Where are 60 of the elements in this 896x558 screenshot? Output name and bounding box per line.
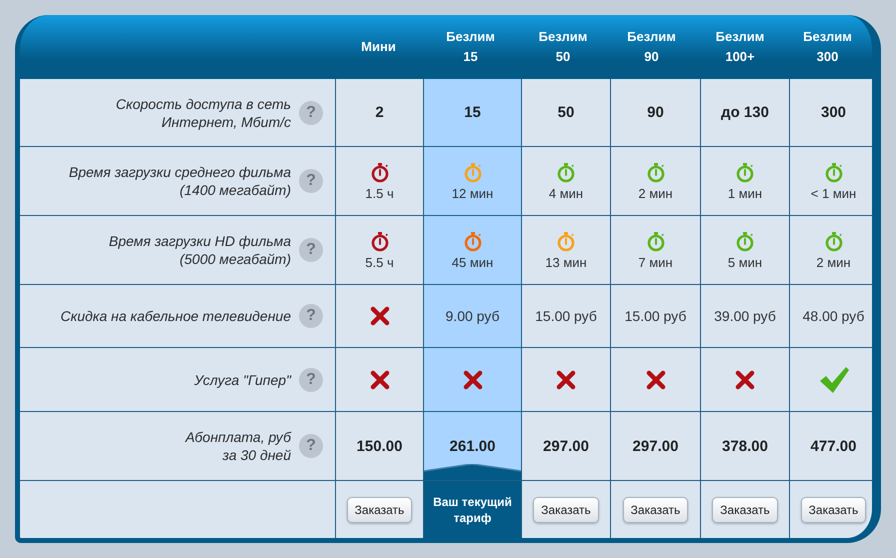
download-time: 13 мин <box>545 254 587 270</box>
cell-value: 477.00 <box>810 438 856 454</box>
help-icon[interactable]: ? <box>299 434 323 458</box>
cell-value: 39.00 руб <box>714 308 776 324</box>
help-icon[interactable]: ? <box>299 304 323 328</box>
plan-name: Мини <box>361 38 396 56</box>
cell-value: 2 <box>375 104 384 121</box>
feature-label: Время загрузки HD фильма (5000 мегабайт) <box>108 232 291 268</box>
download-time: < 1 мин <box>810 186 856 200</box>
download-time: 5 мин <box>728 254 762 270</box>
cell-value: 378.00 <box>722 438 768 454</box>
cross-icon <box>462 370 482 390</box>
help-icon[interactable]: ? <box>299 368 323 392</box>
check-icon <box>818 364 850 394</box>
download-time: 5.5 ч <box>365 254 394 270</box>
plan-name: Безлим 15 <box>445 28 496 66</box>
help-icon[interactable]: ? <box>299 238 323 262</box>
download-time: 4 мин <box>548 186 584 200</box>
download-time: 1 мин <box>728 186 762 200</box>
current-plan-label: Ваш текущий тариф <box>432 494 512 526</box>
download-time: 7 мин <box>638 254 673 270</box>
cross-icon <box>646 370 666 390</box>
cell-value: 90 <box>647 104 664 121</box>
order-button[interactable]: Заказать <box>533 496 599 522</box>
cell-value: 15.00 руб <box>535 308 597 324</box>
cell-value: 261.00 <box>450 438 496 454</box>
download-time: 45 мин <box>452 254 494 270</box>
download-time: 12 мин <box>452 186 494 200</box>
cross-icon <box>556 370 576 390</box>
order-button[interactable]: Заказать <box>712 496 778 522</box>
order-button[interactable]: Заказать <box>346 496 412 522</box>
help-icon[interactable]: ? <box>299 100 323 124</box>
download-time: 2 мин <box>816 254 851 270</box>
cross-icon <box>735 370 755 390</box>
plan-name: Безлим 50 <box>538 28 588 66</box>
feature-label: Скорость доступа в сеть Интернет, Мбит/с <box>116 94 291 130</box>
cell-value: 297.00 <box>632 438 678 454</box>
cell-value: 15.00 руб <box>624 308 686 324</box>
cell-value: 300 <box>820 104 846 121</box>
plan-name: Безлим 300 <box>802 28 853 66</box>
cell-value: 50 <box>558 104 574 121</box>
cell-value: 48.00 руб <box>802 308 864 324</box>
plan-name: Безлим 100+ <box>714 28 766 66</box>
download-time: 1.5 ч <box>365 186 394 200</box>
help-icon[interactable]: ? <box>299 169 323 193</box>
order-button[interactable]: Заказать <box>622 496 688 522</box>
cell-value: до 130 <box>721 104 769 121</box>
download-time: 2 мин <box>638 186 673 200</box>
feature-label: Скидка на кабельное телевидение <box>60 307 291 325</box>
cross-icon <box>370 370 390 390</box>
cell-value: 15 <box>464 104 481 121</box>
cell-value: 297.00 <box>543 438 589 454</box>
feature-label: Время загрузки среднего фильма (1400 мегабайт) <box>68 163 291 199</box>
plan-name: Безлим 90 <box>626 28 677 66</box>
feature-label: Услуга "Гипер" <box>194 370 291 388</box>
cross-icon <box>370 306 390 326</box>
cell-value: 150.00 <box>356 438 402 454</box>
cell-value: 9.00 руб <box>446 308 500 324</box>
feature-label: Абонплата, руб за 30 дней <box>185 428 291 464</box>
order-button[interactable]: Заказать <box>800 496 866 522</box>
